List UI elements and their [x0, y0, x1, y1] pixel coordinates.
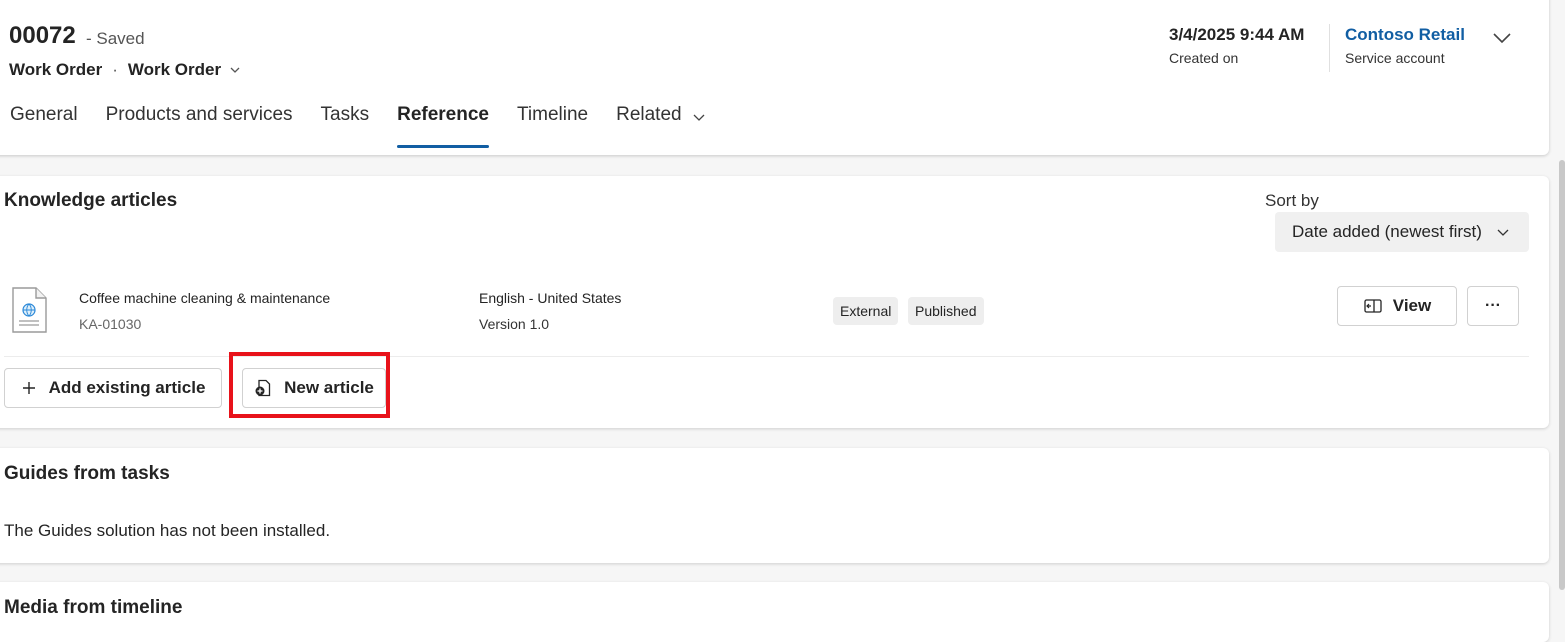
tab-related-label: Related — [616, 104, 682, 125]
sort-dropdown[interactable]: Date added (newest first) — [1275, 212, 1529, 252]
save-status: - Saved — [86, 29, 145, 48]
add-existing-article-button[interactable]: Add existing article — [4, 368, 222, 408]
section-title: Guides from tasks — [4, 463, 170, 484]
highlight-box — [229, 352, 390, 418]
media-section: Media from timeline — [0, 582, 1549, 642]
service-account-field: Contoso Retail Service account — [1345, 25, 1465, 66]
scrollbar[interactable] — [1559, 160, 1565, 590]
article-language: English - United States — [479, 290, 622, 306]
article-title: Coffee machine cleaning & maintenance — [79, 290, 331, 306]
header-expand-chevron-icon[interactable] — [1490, 26, 1514, 50]
entity-name: Work Order — [9, 60, 103, 79]
record-number: 00072 — [9, 22, 76, 49]
tab-timeline[interactable]: Timeline — [517, 104, 588, 148]
knowledge-articles-section: Knowledge articles Sort by Date added (n… — [0, 176, 1549, 428]
knowledge-article-icon — [12, 287, 47, 333]
tab-products-and-services[interactable]: Products and services — [106, 104, 293, 148]
created-on-field: 3/4/2025 9:44 AM Created on — [1169, 25, 1304, 66]
article-version: Version 1.0 — [479, 316, 550, 332]
service-account-label: Service account — [1345, 50, 1445, 66]
chevron-down-icon — [693, 114, 705, 121]
chevron-down-icon — [230, 67, 240, 73]
section-title: Media from timeline — [4, 597, 183, 618]
view-button-label: View — [1392, 296, 1432, 315]
open-pane-icon — [1364, 299, 1382, 313]
form-name: Work Order — [127, 60, 222, 79]
more-options-button[interactable]: ··· — [1467, 286, 1519, 326]
record-subtitle: Work Order · Work Order — [9, 60, 241, 80]
tab-general[interactable]: General — [10, 104, 78, 148]
section-title: Knowledge articles — [4, 190, 178, 211]
guides-message: The Guides solution has not been install… — [4, 521, 331, 540]
plus-icon — [22, 382, 35, 394]
chevron-down-icon — [1497, 229, 1509, 236]
sort-value: Date added (newest first) — [1292, 222, 1482, 241]
article-id: KA-01030 — [79, 316, 142, 332]
status-badge-published: Published — [908, 297, 984, 325]
created-on-value: 3/4/2025 9:44 AM — [1169, 25, 1305, 44]
form-selector[interactable]: Work Order — [128, 60, 241, 80]
status-badge-external: External — [833, 297, 899, 325]
tab-list: General Products and services Tasks Refe… — [10, 104, 734, 148]
article-row[interactable]: Coffee machine cleaning & maintenance KA… — [4, 276, 1529, 357]
view-article-button[interactable]: View — [1337, 286, 1457, 326]
tab-tasks[interactable]: Tasks — [321, 104, 370, 148]
guides-section: Guides from tasks The Guides solution ha… — [0, 448, 1549, 563]
created-on-label: Created on — [1169, 50, 1239, 66]
header-divider — [1329, 24, 1330, 72]
service-account-link[interactable]: Contoso Retail — [1345, 25, 1465, 45]
tab-reference[interactable]: Reference — [397, 104, 489, 148]
more-icon: ··· — [1485, 297, 1501, 314]
separator-dot: · — [112, 60, 118, 79]
tab-related[interactable]: Related — [616, 104, 706, 148]
sort-label: Sort by — [1265, 191, 1319, 210]
add-existing-label: Add existing article — [48, 378, 206, 397]
